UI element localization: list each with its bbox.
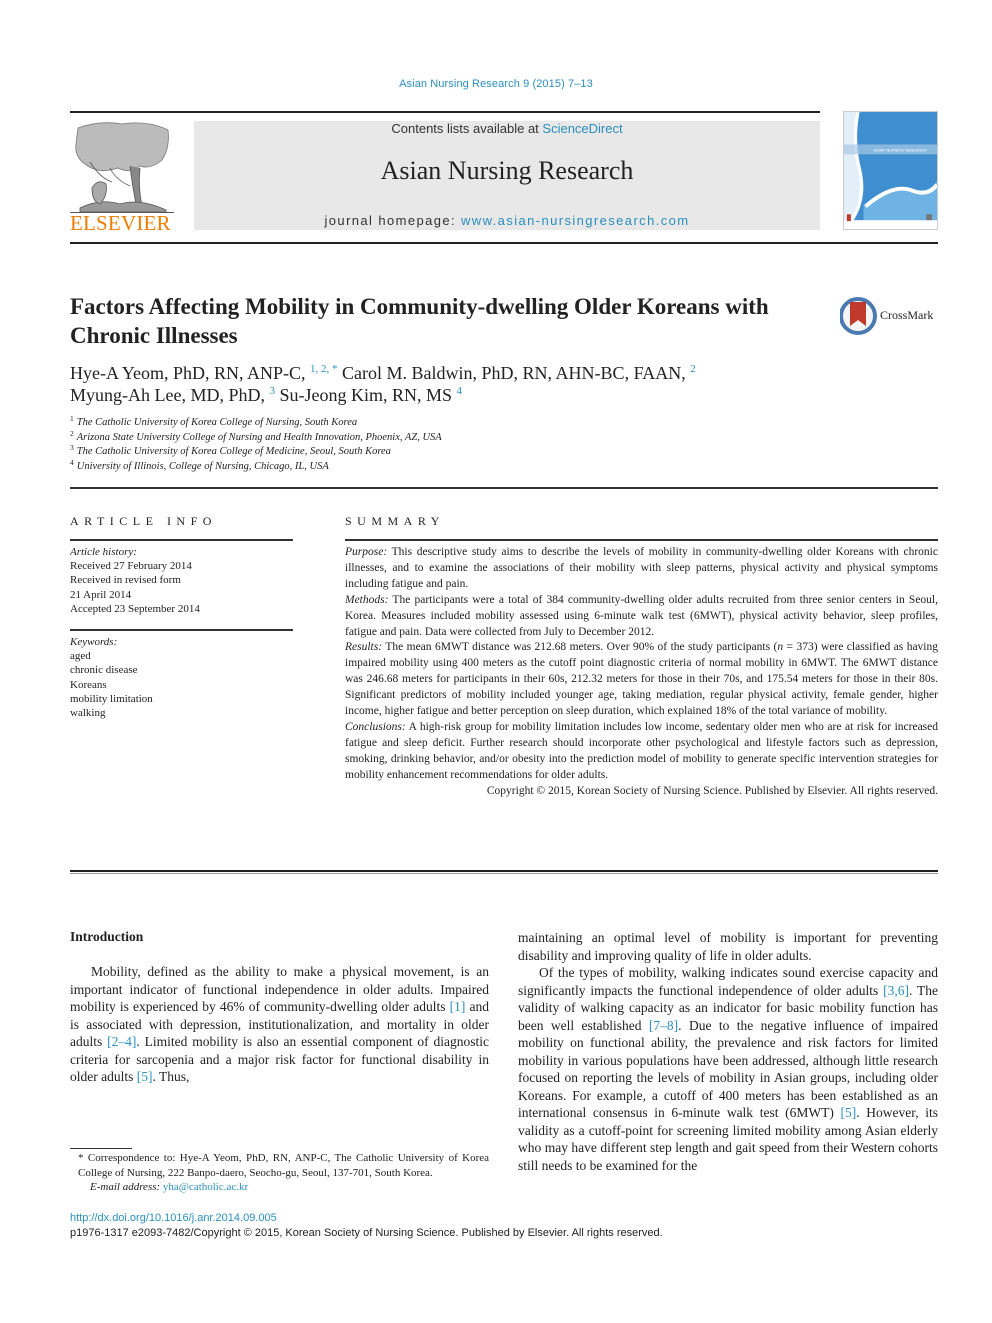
keyword: aged [70, 650, 91, 663]
summary-abstract: Purpose: This descriptive study aims to … [345, 545, 938, 800]
keywords-rule [70, 629, 293, 631]
homepage-prefix: journal homepage: [324, 213, 462, 228]
results-text: The mean 6MWT distance was 212.68 meters… [385, 641, 778, 654]
article-history-label: Article history: [70, 546, 137, 558]
keywords-label: Keywords: [70, 636, 118, 648]
correspondence-text: * Correspondence to: Hye-A Yeom, PhD, RN… [78, 1152, 489, 1179]
article-info-heading: ARTICLE INFO [70, 514, 217, 528]
author-affiliation-marker[interactable]: 1, 2, * [310, 363, 338, 375]
body-text: Mobility, defined as the ability to make… [70, 964, 489, 1014]
correspondence-footnote: * Correspondence to: Hye-A Yeom, PhD, RN… [70, 1151, 489, 1195]
journal-masthead: Contents lists available at ScienceDirec… [194, 121, 820, 230]
methods-text: The participants were a total of 384 com… [345, 593, 939, 638]
body-paragraph: Of the types of mobility, walking indica… [518, 964, 938, 1174]
affiliation-number: 3 [70, 443, 74, 452]
history-line: Received in revised form [70, 574, 181, 587]
article-title: Factors Affecting Mobility in Community-… [70, 294, 769, 348]
author-list: Hye-A Yeom, PhD, RN, ANP-C, 1, 2, * Caro… [70, 362, 930, 406]
summary-results: Results: The mean 6MWT distance was 212.… [345, 640, 938, 720]
article-info-rule [70, 539, 293, 541]
author-name: Myung-Ah Lee, MD, PhD, [70, 385, 265, 405]
contents-line: Contents lists available at ScienceDirec… [194, 121, 820, 136]
keyword: chronic disease [70, 664, 138, 677]
body-column-left: Mobility, defined as the ability to make… [70, 963, 489, 1086]
summary-conclusions: Conclusions: A high-risk group for mobil… [345, 720, 938, 784]
citation-link[interactable]: [2–4] [107, 1034, 136, 1049]
purpose-label: Purpose: [345, 546, 388, 558]
summary-rule [345, 539, 938, 541]
summary-heading: SUMMARY [345, 514, 445, 528]
affiliation-item: 1 The Catholic University of Korea Colleg… [70, 414, 670, 431]
affiliation-item: 4 University of Illinois, College of Nurs… [70, 457, 670, 475]
methods-label: Methods: [345, 593, 389, 606]
summary-methods: Methods: The participants were a total o… [345, 593, 938, 641]
issn-copyright: p1976-1317 e2093-7482/Copyright © 2015, … [70, 1227, 663, 1239]
doi-link[interactable]: http://dx.doi.org/10.1016/j.anr.2014.09.… [70, 1212, 277, 1224]
author-affiliation-marker[interactable]: 3 [270, 385, 276, 397]
conclusions-label: Conclusions: [345, 720, 406, 733]
keyword: Koreans [70, 678, 107, 691]
author-affiliation-marker[interactable]: 2 [690, 363, 696, 375]
summary-copyright: Copyright © 2015, Korean Society of Nurs… [486, 784, 938, 797]
conclusions-text: A high-risk group for mobility limitatio… [345, 720, 938, 781]
body-divider-rule-thin [70, 873, 938, 874]
sciencedirect-link[interactable]: ScienceDirect [542, 121, 622, 136]
running-head[interactable]: Asian Nursing Research 9 (2015) 7–13 [0, 78, 992, 90]
footnote-rule [70, 1148, 132, 1149]
affiliation-text: University of Illinois, College of Nursi… [76, 460, 329, 472]
crossmark-label[interactable]: CrossMark [880, 308, 933, 323]
affiliation-text: Arizona State University College of Nurs… [76, 431, 442, 443]
header-rule [70, 242, 938, 244]
citation-link[interactable]: [5] [841, 1105, 857, 1120]
body-text: Of the types of mobility, walking indica… [518, 965, 938, 998]
summary-purpose: Purpose: This descriptive study aims to … [345, 545, 938, 593]
affiliation-number: 1 [70, 414, 74, 423]
author-name: Hye-A Yeom, PhD, RN, ANP-C, [70, 363, 306, 383]
body-text: . Thus, [152, 1069, 190, 1084]
body-paragraph: Mobility, defined as the ability to make… [70, 963, 489, 1086]
purpose-text: This descriptive study aims to describe … [345, 546, 938, 590]
author-name: Carol M. Baldwin, PhD, RN, AHN-BC, FAAN, [342, 363, 686, 383]
body-column-right: maintaining an optimal level of mobility… [518, 929, 938, 1174]
front-matter-rule [70, 487, 938, 489]
journal-homepage-link[interactable]: www.asian-nursingresearch.com [461, 213, 689, 228]
affiliation-number: 4 [70, 457, 74, 467]
email-label: E-mail address: [90, 1181, 161, 1193]
citation-link[interactable]: [7–8] [649, 1018, 678, 1033]
journal-cover-image[interactable]: ASIAN NURSING RESEARCH [843, 111, 938, 230]
affiliation-text: The Catholic University of Korea College… [76, 446, 391, 457]
masthead-top-rule [70, 111, 820, 113]
contents-prefix: Contents lists available at [391, 121, 543, 136]
cover-title: ASIAN NURSING RESEARCH [873, 147, 927, 152]
citation-link[interactable]: [5] [137, 1069, 153, 1084]
citation-link[interactable]: [3,6] [883, 983, 909, 998]
email-link[interactable]: yha@catholic.ac.kr [163, 1181, 248, 1193]
introduction-heading: Introduction [70, 929, 144, 944]
citation-link[interactable]: [1] [450, 999, 466, 1014]
journal-homepage-line: journal homepage: www.asian-nursingresea… [194, 213, 820, 228]
body-paragraph: maintaining an optimal level of mobility… [518, 930, 938, 963]
history-line: Accepted 23 September 2014 [70, 602, 200, 615]
elsevier-wordmark: ELSEVIER [70, 211, 171, 235]
affiliation-item: 3 The Catholic University of Korea Colleg… [70, 443, 670, 460]
journal-name: Asian Nursing Research [380, 156, 634, 185]
affiliation-list: 1 The Catholic University of Korea Colleg… [70, 414, 670, 475]
keyword: walking [70, 707, 106, 720]
body-divider-rule [70, 870, 938, 872]
affiliation-number: 2 [70, 428, 74, 438]
email-line: E-mail address: yha@catholic.ac.kr [70, 1180, 489, 1195]
history-line: 21 April 2014 [70, 588, 132, 601]
author-name: Su-Jeong Kim, RN, MS [279, 385, 453, 405]
keywords-block: Keywords: aged chronic disease Koreans m… [70, 635, 293, 720]
affiliation-text: The Catholic University of Korea College… [76, 417, 358, 428]
article-history: Article history: Received 27 February 20… [70, 545, 293, 616]
keyword: mobility limitation [70, 692, 153, 705]
affiliation-item: 2 Arizona State University College of Nur… [70, 428, 670, 446]
author-affiliation-marker[interactable]: 4 [457, 385, 463, 397]
history-line: Received 27 February 2014 [70, 560, 192, 573]
results-label: Results: [345, 641, 383, 654]
